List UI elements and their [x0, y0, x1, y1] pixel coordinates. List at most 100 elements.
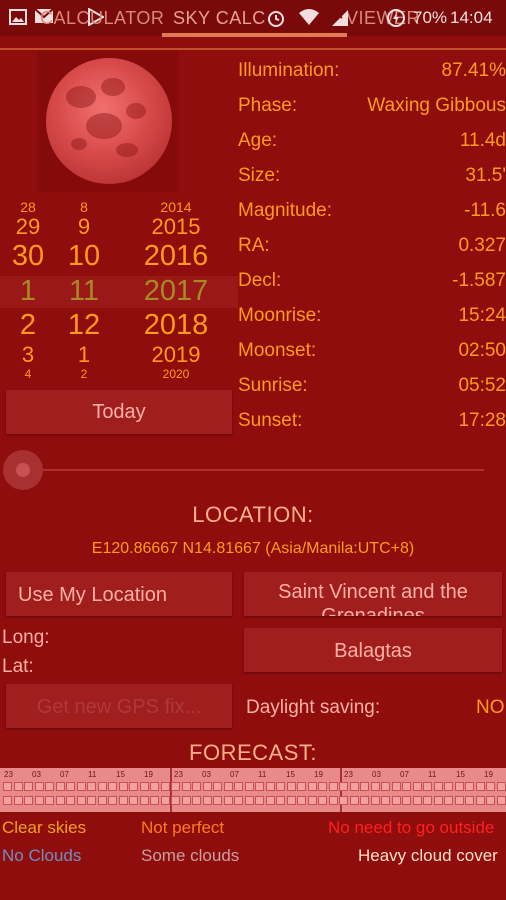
year-selected[interactable]: 2017 — [130, 277, 222, 306]
battery-saver-icon — [386, 8, 406, 28]
forecast-cell — [139, 796, 149, 805]
month-option[interactable]: 9 — [62, 216, 106, 238]
forecast-cell — [87, 796, 96, 805]
forecast-cell — [423, 782, 432, 791]
month-picker[interactable]: 8 9 10 11 12 1 2 — [62, 198, 106, 380]
forecast-cell — [475, 782, 485, 791]
ra-value: 0.327 — [458, 235, 506, 256]
hour-label: 11 — [258, 770, 267, 779]
forecast-cell — [255, 782, 264, 791]
daylight-saving-value[interactable]: NO — [476, 697, 505, 719]
forecast-cell — [423, 796, 432, 805]
illumination-value: 87.41% — [441, 60, 506, 81]
hour-label: 11 — [88, 770, 97, 779]
forecast-cell — [66, 796, 75, 805]
year-option[interactable]: 2020 — [130, 368, 222, 380]
day-option[interactable]: 4 — [6, 368, 50, 380]
forecast-cell — [45, 796, 54, 805]
tab-indicator — [162, 33, 347, 37]
today-button[interactable]: Today — [6, 390, 232, 434]
forecast-cell — [402, 782, 411, 791]
size-label: Size: — [238, 165, 281, 186]
tab-sky-calc[interactable]: SKY CALC — [173, 8, 266, 29]
location-heading: LOCATION: — [192, 502, 314, 527]
forecast-cell — [202, 796, 212, 805]
location-coordinates: E120.86667 N14.81667 (Asia/Manila:UTC+8) — [91, 540, 415, 557]
legend-no-clouds: No Clouds — [2, 846, 82, 865]
forecast-cell — [360, 782, 369, 791]
forecast-cell — [223, 782, 233, 791]
forecast-cell — [454, 796, 464, 805]
legend-clear-skies: Clear skies — [2, 818, 87, 837]
age-label: Age: — [238, 130, 278, 151]
legend-no-need: No need to go outside — [328, 818, 495, 837]
moonset-value: 02:50 — [458, 340, 506, 361]
hour-label: 07 — [230, 770, 239, 779]
forecast-cell — [181, 796, 191, 805]
forecast-cell — [412, 782, 422, 791]
longitude-label: Long: — [2, 627, 50, 648]
forecast-cell — [454, 782, 464, 791]
month-option[interactable]: 10 — [62, 242, 106, 271]
day-selected[interactable]: 1 — [6, 277, 50, 306]
forecast-cell — [34, 782, 44, 791]
month-option[interactable]: 12 — [62, 311, 106, 340]
legend-not-perfect: Not perfect — [141, 818, 225, 837]
day-option[interactable]: 3 — [6, 344, 50, 366]
year-option[interactable]: 2018 — [130, 311, 222, 340]
hour-label: 15 — [456, 770, 465, 779]
city-select[interactable]: Balagtas — [244, 628, 502, 672]
forecast-cell — [213, 782, 222, 791]
day-option[interactable]: 30 — [6, 242, 50, 271]
hour-label: 23 — [344, 770, 353, 779]
tab-viewer[interactable]: VIEWER — [346, 8, 420, 29]
forecast-grid[interactable]: 23 03 07 11 15 19 23 03 07 11 15 19 23 0… — [0, 768, 506, 812]
day-picker[interactable]: 28 29 30 1 2 3 4 — [6, 198, 50, 380]
forecast-cell — [3, 796, 12, 805]
forecast-cell — [192, 796, 201, 805]
forecast-cell — [465, 796, 474, 805]
forecast-cell — [234, 782, 243, 791]
year-option[interactable]: 2015 — [130, 216, 222, 238]
moon-info-panel: Illumination: 87.41% Phase: Waxing Gibbo… — [238, 58, 506, 438]
country-name: Saint Vincent and the — [278, 581, 468, 603]
use-my-location-button[interactable]: Use My Location — [6, 572, 232, 616]
hour-label: 03 — [202, 770, 211, 779]
forecast-cell — [276, 782, 285, 791]
wifi-icon — [298, 8, 319, 28]
month-option[interactable]: 8 — [62, 200, 106, 214]
forecast-cell — [349, 796, 359, 805]
forecast-cell — [34, 796, 44, 805]
year-option[interactable]: 2016 — [130, 242, 222, 271]
forecast-cell — [13, 796, 23, 805]
day-option[interactable]: 2 — [6, 311, 50, 340]
forecast-cell — [349, 782, 359, 791]
month-option[interactable]: 2 — [62, 368, 106, 380]
country-select[interactable]: Saint Vincent and the Grenadines — [244, 572, 502, 616]
sunrise-label: Sunrise: — [238, 375, 308, 396]
time-slider-track[interactable] — [22, 469, 484, 471]
hour-label: 11 — [428, 770, 437, 779]
forecast-cell — [108, 796, 117, 805]
month-option[interactable]: 1 — [62, 344, 106, 366]
hour-label: 23 — [4, 770, 13, 779]
forecast-cell — [129, 782, 138, 791]
year-picker[interactable]: 2014 2015 2016 2017 2018 2019 2020 — [130, 198, 222, 380]
forecast-cell — [3, 782, 12, 791]
tab-calculator[interactable]: CALCULATOR — [40, 8, 164, 29]
forecast-cell — [171, 796, 180, 805]
forecast-cell — [307, 782, 317, 791]
time-slider-thumb-dot[interactable] — [16, 463, 30, 477]
month-selected[interactable]: 11 — [62, 277, 106, 306]
hour-label: 07 — [60, 770, 69, 779]
hour-label: 23 — [174, 770, 183, 779]
signal-icon — [330, 8, 350, 28]
year-option[interactable]: 2019 — [130, 344, 222, 366]
moon-image — [46, 58, 172, 184]
phase-value: Waxing Gibbous — [367, 95, 506, 116]
day-option[interactable]: 29 — [6, 216, 50, 238]
forecast-cell — [318, 796, 327, 805]
forecast-cell — [370, 796, 380, 805]
day-option[interactable]: 28 — [6, 200, 50, 214]
year-option[interactable]: 2014 — [130, 200, 222, 214]
